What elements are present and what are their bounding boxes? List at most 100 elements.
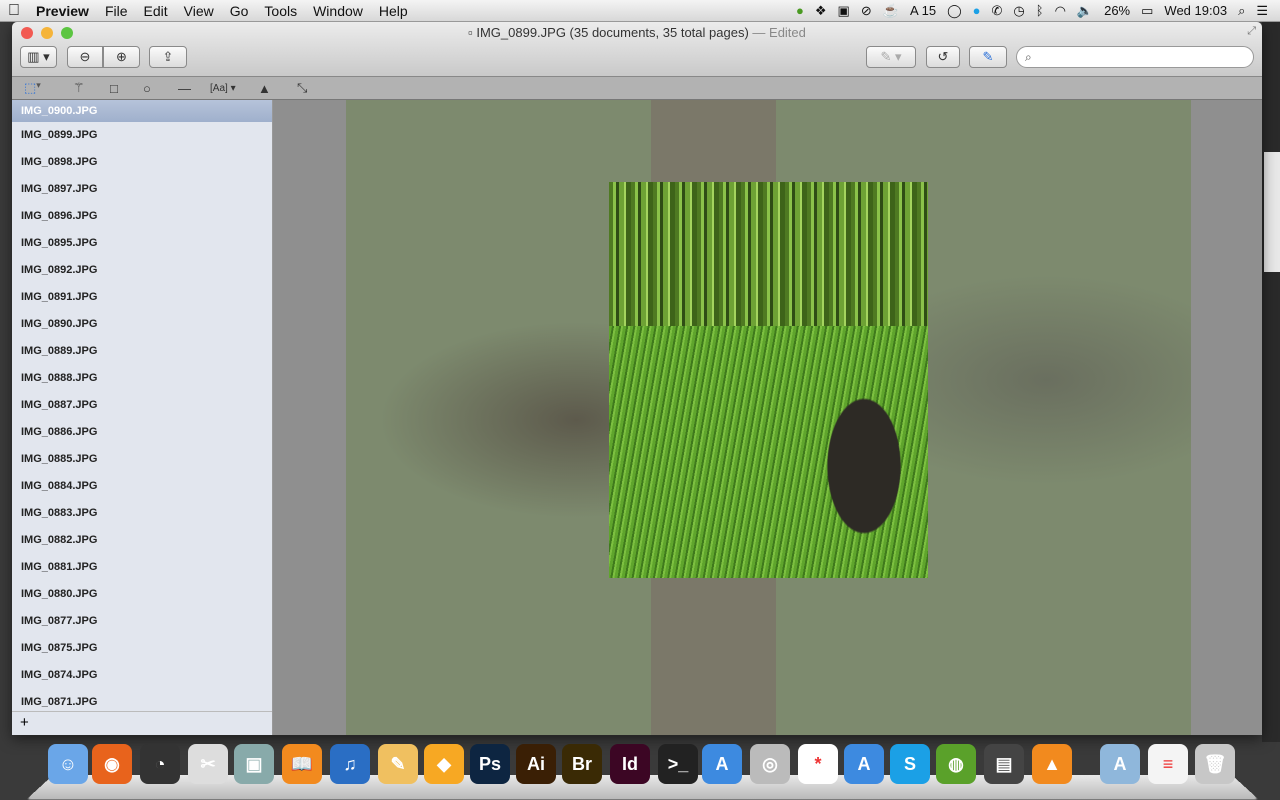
dock-pages-icon[interactable]: ✎ — [378, 744, 418, 784]
sidebar-item[interactable]: IMG_0885.JPG — [12, 446, 272, 473]
bluetooth-icon[interactable]: ᛒ — [1036, 3, 1044, 18]
zoom-in-button[interactable]: ⊕ — [103, 46, 140, 68]
sidebar-item[interactable]: IMG_0895.JPG — [12, 230, 272, 257]
rectangle-icon[interactable]: □ — [110, 81, 118, 96]
dock-filezilla-icon[interactable]: * — [798, 744, 838, 784]
pasted-image-selection[interactable] — [609, 182, 928, 578]
dock-trash-icon[interactable]: 🗑 — [1195, 744, 1235, 784]
dock-printer-icon[interactable]: ▤ — [984, 744, 1024, 784]
sidebar-item[interactable]: IMG_0898.JPG — [12, 149, 272, 176]
edit-toolbar-button[interactable]: ✎ — [969, 46, 1007, 68]
background-window — [1264, 152, 1280, 272]
zoom-out-button[interactable]: ⊖ — [67, 46, 103, 68]
menu-file[interactable]: File — [97, 3, 136, 19]
battery-percent[interactable]: 26% — [1104, 3, 1130, 18]
line-icon[interactable]: — — [178, 81, 191, 96]
menu-view[interactable]: View — [176, 3, 222, 19]
dock-indesign-icon[interactable]: Id — [610, 744, 650, 784]
dropbox-icon[interactable]: ❖ — [815, 3, 827, 19]
spotlight-icon[interactable]: ⌕ — [1238, 3, 1245, 19]
skype-status-icon[interactable]: ● — [973, 3, 981, 18]
circle-status-icon[interactable]: ⊘ — [861, 3, 872, 19]
volume-icon[interactable]: 🔈 — [1077, 3, 1093, 19]
dock-vlc-icon[interactable]: ▲ — [1032, 744, 1072, 784]
battery-icon[interactable]: ▭ — [1141, 3, 1153, 19]
preview-window: ▫ IMG_0899.JPG (35 documents, 35 total p… — [12, 22, 1262, 735]
sketch-cloud-icon[interactable]: ◯ — [947, 3, 962, 19]
sidebar-item[interactable]: IMG_0884.JPG — [12, 473, 272, 500]
text-icon[interactable]: [Aa] ▾ — [210, 83, 236, 94]
sidebar-item[interactable]: IMG_0880.JPG — [12, 581, 272, 608]
phone-icon[interactable]: ✆ — [992, 3, 1003, 19]
dock-photoshop-icon[interactable]: Ps — [470, 744, 510, 784]
adjust-size-icon[interactable]: ⤡ — [297, 80, 307, 96]
dock-illustrator-icon[interactable]: Ai — [516, 744, 556, 784]
sidebar-item[interactable]: IMG_0886.JPG — [12, 419, 272, 446]
apple-menu-icon[interactable]:  — [0, 2, 28, 20]
dock: ☺ ◉ ◔ ✂ ▣ 📖 ♫ ✎ ◆ Ps Ai Br Id >_ A ◎ * A S ◍ ▤ ▲ A ≡ 🗑 — [26, 740, 1259, 800]
sidebar-item[interactable]: IMG_0891.JPG — [12, 284, 272, 311]
sidebar-item[interactable]: IMG_0875.JPG — [12, 635, 272, 662]
dock-ibooks-icon[interactable]: 📖 — [282, 744, 322, 784]
add-button[interactable]: + — [12, 711, 272, 735]
app-status-icon[interactable]: ▣ — [838, 3, 850, 19]
sidebar-item[interactable]: IMG_0874.JPG — [12, 662, 272, 689]
dock-dashboard-icon[interactable]: ◔ — [140, 744, 180, 784]
oval-icon[interactable]: ○ — [143, 81, 151, 96]
rect-selection-icon[interactable]: ⬚ ▾ — [24, 80, 41, 96]
sidebar-item[interactable]: IMG_0889.JPG — [12, 338, 272, 365]
menu-edit[interactable]: Edit — [136, 3, 176, 19]
dock-iphoto-icon[interactable]: ▣ — [234, 744, 274, 784]
search-input[interactable]: ⌕ — [1016, 46, 1254, 68]
sidebar-item[interactable]: IMG_0896.JPG — [12, 203, 272, 230]
notification-center-icon[interactable]: ☰ — [1256, 3, 1268, 19]
wifi-icon[interactable]: ◠ — [1055, 3, 1066, 19]
menu-app[interactable]: Preview — [28, 3, 97, 19]
sidebar-item[interactable]: IMG_0897.JPG — [12, 176, 272, 203]
sidebar-item[interactable]: IMG_0900.JPG — [12, 100, 272, 122]
adobe-icon[interactable]: A — [910, 3, 919, 18]
dock-skype-icon[interactable]: S — [890, 744, 930, 784]
menu-window[interactable]: Window — [305, 3, 371, 19]
markup-toolbar: ⬚ ▾ ⚚ □ ○ — [Aa] ▾ ▲ ⤡ — [12, 77, 1262, 100]
dock-sketch-icon[interactable]: ◆ — [424, 744, 464, 784]
stretched-stripes-region — [609, 182, 928, 326]
dock-tor-icon[interactable]: ◍ — [936, 744, 976, 784]
highlight-button[interactable]: ✎ ▾ — [866, 46, 916, 68]
sidebar-item[interactable]: IMG_0888.JPG — [12, 365, 272, 392]
sidebar-item[interactable]: IMG_0882.JPG — [12, 527, 272, 554]
rotate-button[interactable]: ↺ — [926, 46, 960, 68]
dock-facetime-icon[interactable]: ◎ — [750, 744, 790, 784]
instant-alpha-icon[interactable]: ⚚ — [73, 80, 85, 96]
adjust-color-icon[interactable]: ▲ — [258, 81, 271, 96]
clock[interactable]: Wed 19:03 — [1164, 3, 1227, 18]
dock-firefox-icon[interactable]: ◉ — [92, 744, 132, 784]
dock-terminal-icon[interactable]: >_ — [658, 744, 698, 784]
tor-icon[interactable]: ● — [796, 3, 804, 18]
sidebar-item[interactable]: IMG_0890.JPG — [12, 311, 272, 338]
thumbnail-sidebar: IMG_0900.JPG IMG_0899.JPG IMG_0898.JPG IMG_… — [12, 100, 273, 735]
fullscreen-icon[interactable]: ⤢ — [1247, 25, 1256, 38]
menu-tools[interactable]: Tools — [256, 3, 305, 19]
caffeine-icon[interactable]: ☕ — [883, 3, 899, 19]
sidebar-item[interactable]: IMG_0887.JPG — [12, 392, 272, 419]
dock-applications-icon[interactable]: A — [1100, 744, 1140, 784]
sidebar-item[interactable]: IMG_0881.JPG — [12, 554, 272, 581]
time-machine-icon[interactable]: ◷ — [1013, 3, 1024, 19]
dock-simulator-icon[interactable]: A — [844, 744, 884, 784]
dock-document-icon[interactable]: ≡ — [1148, 744, 1188, 784]
sidebar-item[interactable]: IMG_0899.JPG — [12, 122, 272, 149]
sidebar-item[interactable]: IMG_0892.JPG — [12, 257, 272, 284]
menu-help[interactable]: Help — [371, 3, 416, 19]
sidebar-item[interactable]: IMG_0883.JPG — [12, 500, 272, 527]
dock-xcode-icon[interactable]: A — [702, 744, 742, 784]
dock-grab-icon[interactable]: ✂ — [188, 744, 228, 784]
sidebar-item[interactable]: IMG_0877.JPG — [12, 608, 272, 635]
dock-finder-icon[interactable]: ☺ — [48, 744, 88, 784]
menu-go[interactable]: Go — [222, 3, 257, 19]
sidebar-view-button[interactable]: ▥ ▾ — [20, 46, 57, 68]
dock-itunes-icon[interactable]: ♫ — [330, 744, 370, 784]
share-button[interactable]: ⇪ — [149, 46, 187, 68]
dock-bridge-icon[interactable]: Br — [562, 744, 602, 784]
image-canvas[interactable] — [273, 100, 1262, 735]
